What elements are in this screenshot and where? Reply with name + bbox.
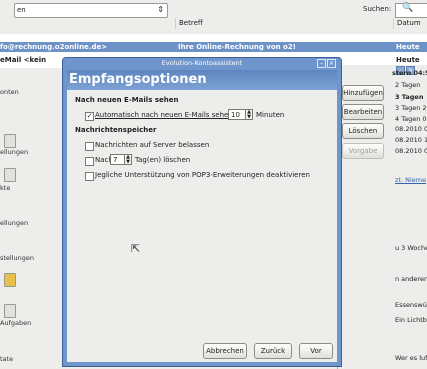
spin-up-down-icon[interactable]: ▲ ▼ [125, 154, 132, 165]
contacts-icon [4, 168, 16, 182]
sidebar-item[interactable]: Aufgaben [0, 319, 60, 327]
delete-after-days-input[interactable]: 7 [110, 154, 125, 165]
column-from[interactable] [0, 18, 176, 29]
preview-text: 08.2010 01 [395, 147, 427, 155]
toolbar: en ⇕ Suchen: 🔍 Betreff Datum [0, 0, 427, 35]
row-from: eMail <kein [0, 56, 47, 64]
page-title: Empfangsoptionen [67, 70, 337, 90]
disable-pop3-label: Jegliche Unterstützung von POP3-Erweiter… [95, 171, 310, 179]
preview-text: Essenswün [395, 301, 427, 309]
mouse-cursor-icon: ⇱ [131, 242, 141, 255]
memo-icon [4, 304, 16, 318]
dialog-title: Evolution-Kontoassistent [161, 59, 243, 67]
sidebar-item-label: Aufgaben [0, 319, 32, 327]
binoculars-icon[interactable]: 🔍 [402, 3, 413, 13]
preview-text: stern 04:5 [392, 69, 427, 77]
row-subject: Ihre Online-Rechnung von o2! [178, 43, 296, 51]
leave-on-server-label: Nachrichten auf Server belassen [95, 141, 210, 149]
sidebar-item-label: onten [0, 88, 19, 96]
spin-up-down-icon[interactable]: ▲ ▼ [246, 109, 253, 120]
preview-text: Ein Lichtbl [395, 316, 427, 324]
sidebar-item-label: stellungen [0, 254, 35, 262]
folder-combo[interactable]: en ⇕ [14, 3, 168, 18]
preview-text: 08.2010 18 [395, 136, 427, 144]
sidebar-item[interactable]: stellungen [0, 254, 60, 262]
close-icon[interactable]: × [327, 59, 336, 68]
delete-after-unit: Tag(en) löschen [135, 156, 191, 164]
account-wizard-dialog: Evolution-Kontoassistent – × Empfangsopt… [62, 57, 342, 367]
sidebar-item[interactable]: onten [0, 88, 60, 96]
edit-button[interactable]: Bearbeiten [342, 104, 384, 120]
back-button[interactable]: Zurück [254, 343, 292, 359]
preview-text: Wer es luf [395, 354, 427, 362]
dialog-body: Nach neuen E-Mails sehen ✓ Automatisch n… [67, 90, 337, 362]
section-title: Nach neuen E-Mails sehen [75, 96, 179, 104]
preview-text: u 3 Wocher [395, 244, 427, 252]
column-subject[interactable]: Betreff [176, 18, 394, 29]
sidebar-item[interactable]: tate [0, 355, 60, 363]
table-row[interactable]: fo@rechnung.o2online.de> Ihre Online-Rec… [0, 42, 427, 61]
column-date[interactable]: Datum [394, 18, 427, 29]
delete-button[interactable]: Löschen [342, 123, 384, 139]
row-from: fo@rechnung.o2online.de> [0, 43, 108, 51]
cancel-button[interactable]: Abbrechen [203, 343, 247, 359]
preview-text: 4 Tagen 06 [395, 115, 427, 123]
auto-check-interval-input[interactable]: 10 [228, 109, 246, 120]
auto-check-label: Automatisch nach neuen E-Mails sehen all… [95, 111, 248, 119]
combo-arrows-icon: ⇕ [157, 5, 164, 14]
forward-button[interactable]: Vor [299, 343, 333, 359]
preview-link[interactable]: zt. Nieme [395, 176, 426, 184]
sidebar-item[interactable]: kte [0, 184, 60, 192]
tasks-icon [4, 273, 16, 287]
sidebar-item-label: ellungen [0, 219, 29, 227]
minimize-icon[interactable]: – [317, 59, 326, 68]
leave-on-server-checkbox[interactable] [85, 142, 94, 151]
section-title: Nachrichtenspeicher [75, 126, 157, 134]
sidebar-item-label: ellungen [0, 148, 29, 156]
folder-combo-value: en [17, 6, 26, 14]
sidebar-item[interactable]: ellungen [0, 148, 60, 156]
document-icon [4, 134, 16, 148]
preview-text: 3 Tagen 21 [395, 104, 427, 112]
sidebar: onten ellungen kte ellungen stellungen A… [0, 68, 60, 369]
preview-text: 2 Tagen [395, 81, 421, 89]
default-button: Vorgabe [342, 143, 384, 159]
disable-pop3-checkbox[interactable] [85, 172, 94, 181]
preview-text: 3 Tagen [395, 93, 424, 101]
auto-check-unit: Minuten [256, 111, 285, 119]
preview-text: 08.2010 00 [395, 125, 427, 133]
sidebar-item-label: kte [0, 184, 11, 192]
preview-text: n anderen [395, 275, 427, 283]
sidebar-item-label: tate [0, 355, 14, 363]
search-label: Suchen: [363, 5, 392, 13]
sidebar-item[interactable]: ellungen [0, 219, 60, 227]
delete-after-checkbox[interactable] [85, 157, 94, 166]
auto-check-checkbox[interactable]: ✓ [85, 112, 94, 121]
add-button[interactable]: Hinzufügen [342, 85, 384, 101]
